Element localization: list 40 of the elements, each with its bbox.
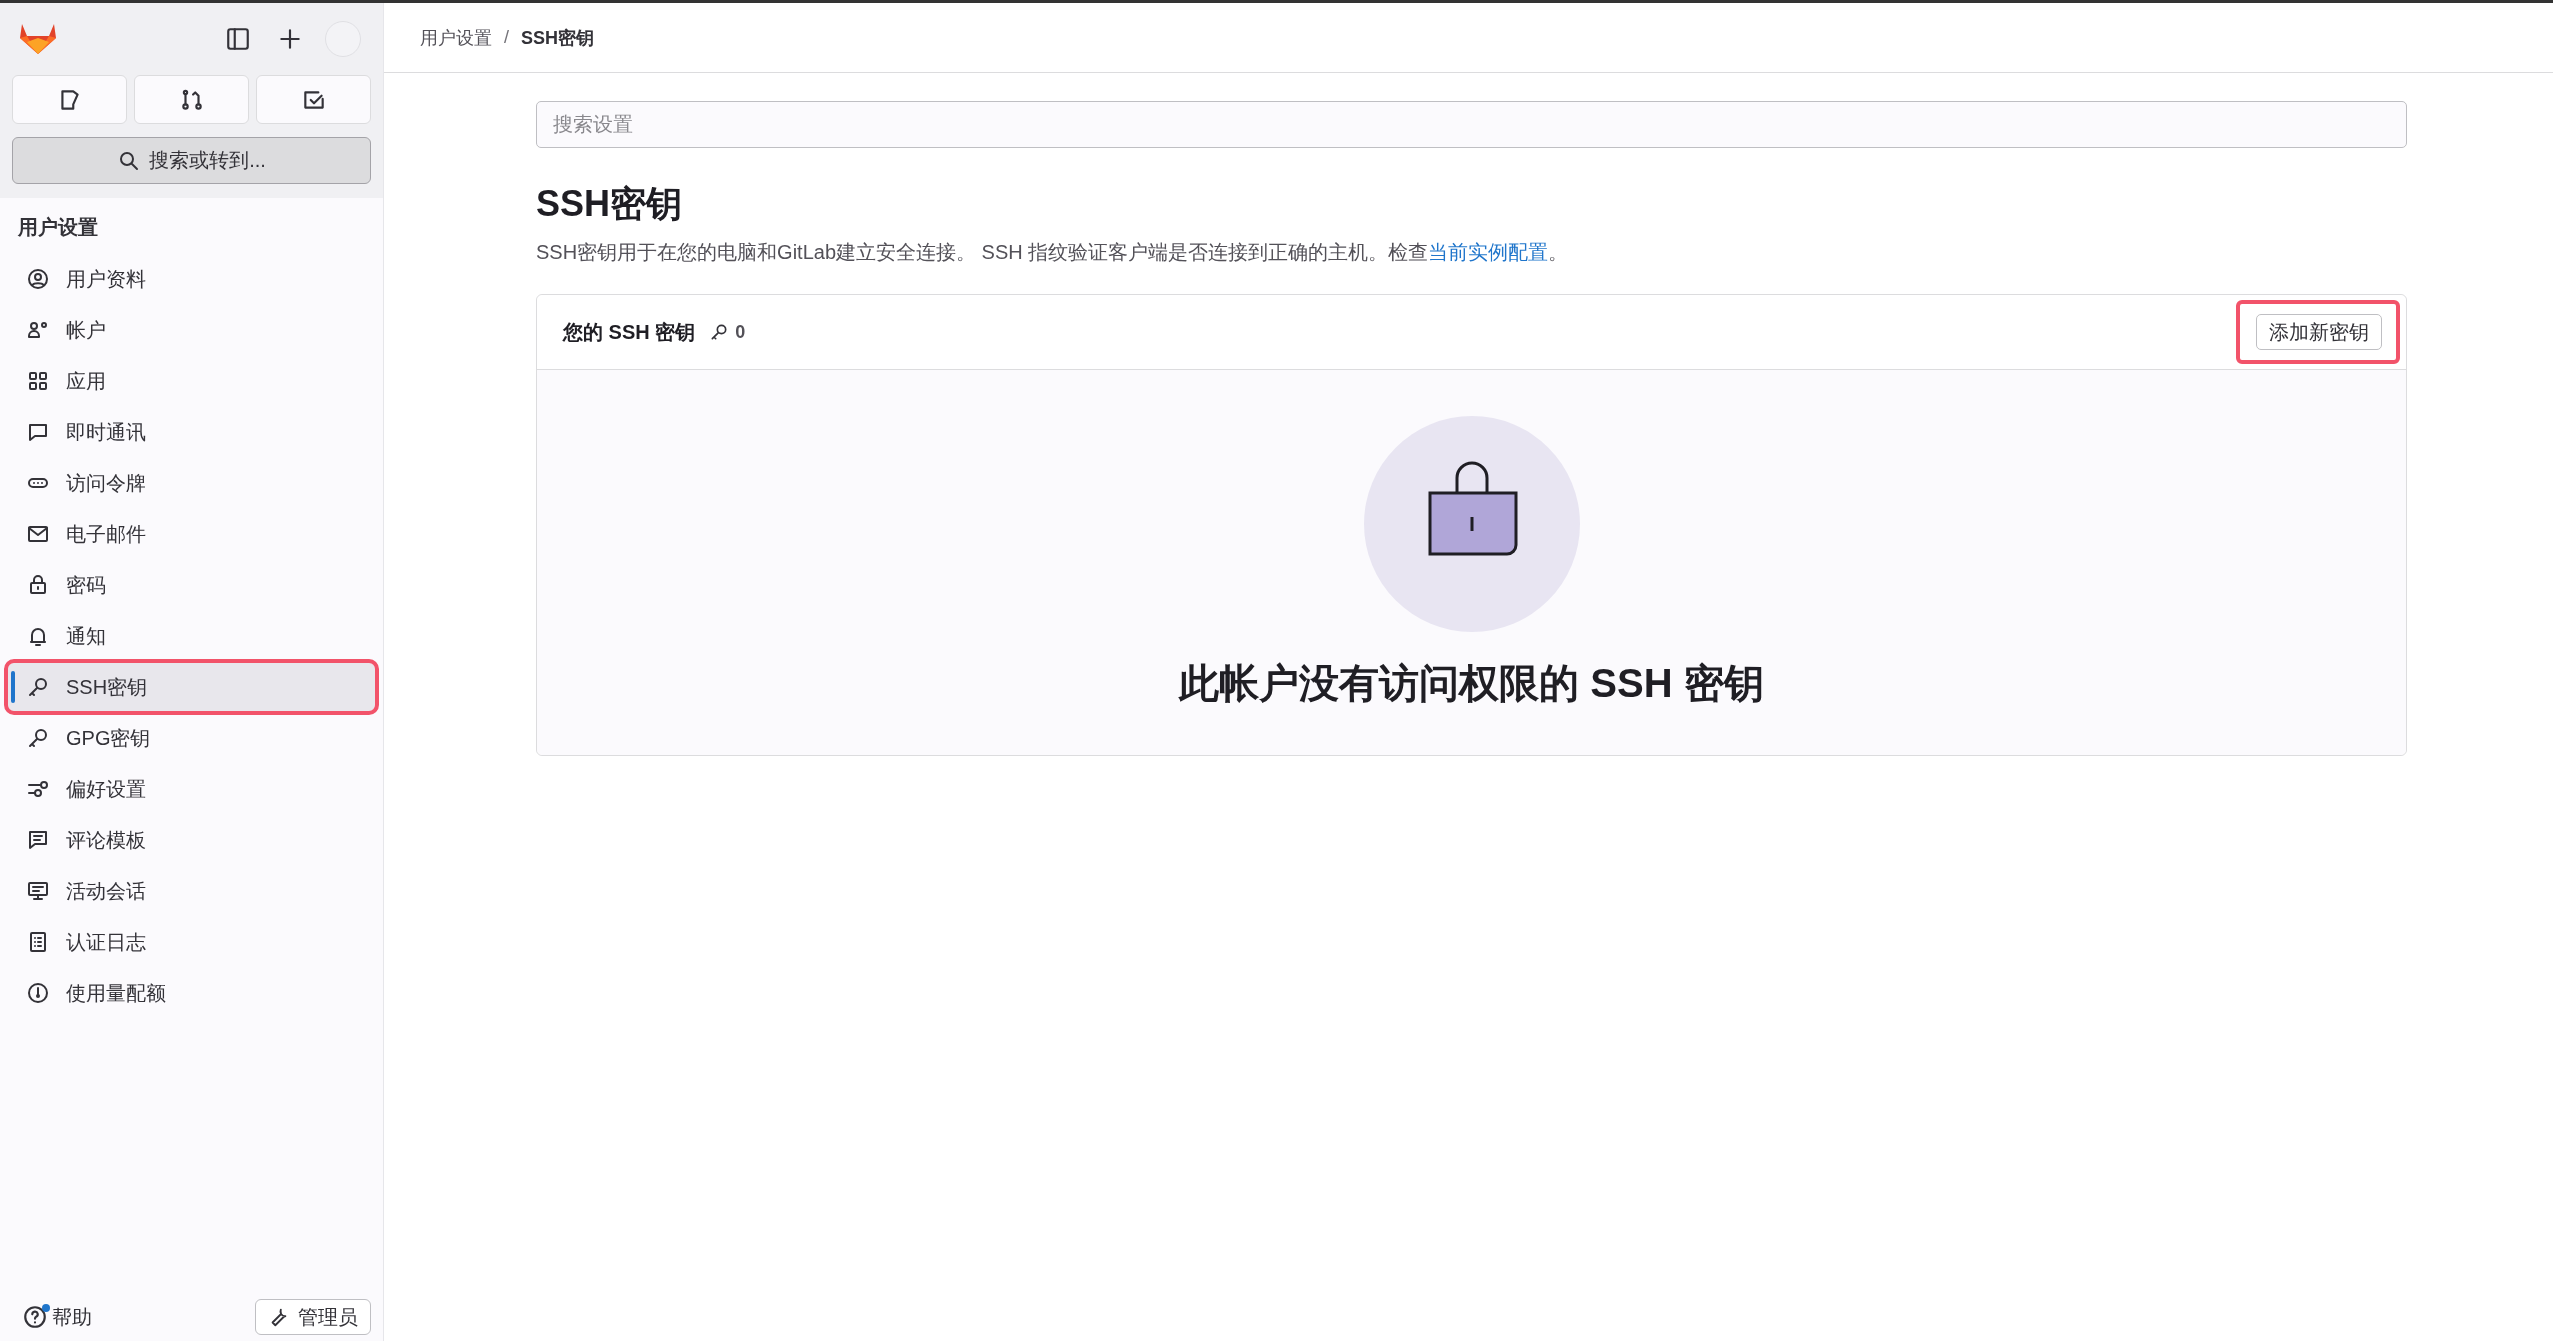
sidebar-item[interactable]: 通知	[8, 612, 375, 660]
help-icon	[22, 1304, 48, 1330]
merge-requests-button[interactable]	[134, 75, 249, 124]
user-circle-icon	[26, 267, 50, 291]
empty-state-title: 此帐户没有访问权限的 SSH 密钥	[1179, 660, 1764, 707]
page-title: SSH密钥	[536, 182, 684, 226]
search-button[interactable]: 搜索或转到...	[12, 137, 371, 184]
section-title: 用户设置	[17, 215, 99, 240]
breadcrumb-link[interactable]: 用户设置	[420, 25, 492, 50]
sidebar-item[interactable]: 用户资料	[8, 255, 375, 303]
help-button[interactable]: 帮助	[22, 1303, 92, 1331]
instance-config-link[interactable]: 当前实例配置	[1428, 241, 1549, 263]
card-title: 您的 SSH 密钥	[563, 319, 696, 345]
sidebar-item[interactable]: GPG密钥	[8, 714, 375, 762]
issues-button[interactable]	[12, 75, 127, 124]
gauge-icon	[26, 981, 50, 1005]
comment-template-icon	[26, 828, 50, 852]
sidebar-item[interactable]: 偏好设置	[8, 765, 375, 813]
sidebar-item[interactable]: 使用量配额	[8, 969, 375, 1017]
key-icon	[26, 675, 50, 699]
search-field[interactable]: 搜索设置	[536, 101, 2407, 148]
key-icon	[26, 726, 50, 750]
sidebar-item[interactable]: 电子邮件	[8, 510, 375, 558]
page-description: SSH密钥用于在您的电脑和GitLab建立安全连接。 SSH 指纹验证客户端是否连接到正确的主机。检查当前实例配置。	[536, 240, 1570, 265]
sidebar-item[interactable]: 密码	[8, 561, 375, 609]
sidebar-item[interactable]: 活动会话	[8, 867, 375, 915]
sidebar-item[interactable]: 认证日志	[8, 918, 375, 966]
sidebar-item[interactable]: 即时通讯	[8, 408, 375, 456]
sidebar-item[interactable]: 帐户	[8, 306, 375, 354]
key-count: 0	[735, 321, 746, 343]
admin-button[interactable]: 管理员	[255, 1299, 371, 1335]
sidebar-item[interactable]: 评论模板	[8, 816, 375, 864]
breadcrumb-separator: /	[504, 27, 509, 48]
sidebar-item[interactable]: 访问令牌	[8, 459, 375, 507]
grid-icon	[26, 369, 50, 393]
sidebar-item[interactable]: 应用	[8, 357, 375, 405]
breadcrumb-link[interactable]: SSH密钥	[521, 25, 595, 50]
monitor-icon	[26, 879, 50, 903]
todo-button[interactable]	[256, 75, 371, 124]
add-key-button[interactable]: 添加新密钥	[2256, 314, 2382, 350]
